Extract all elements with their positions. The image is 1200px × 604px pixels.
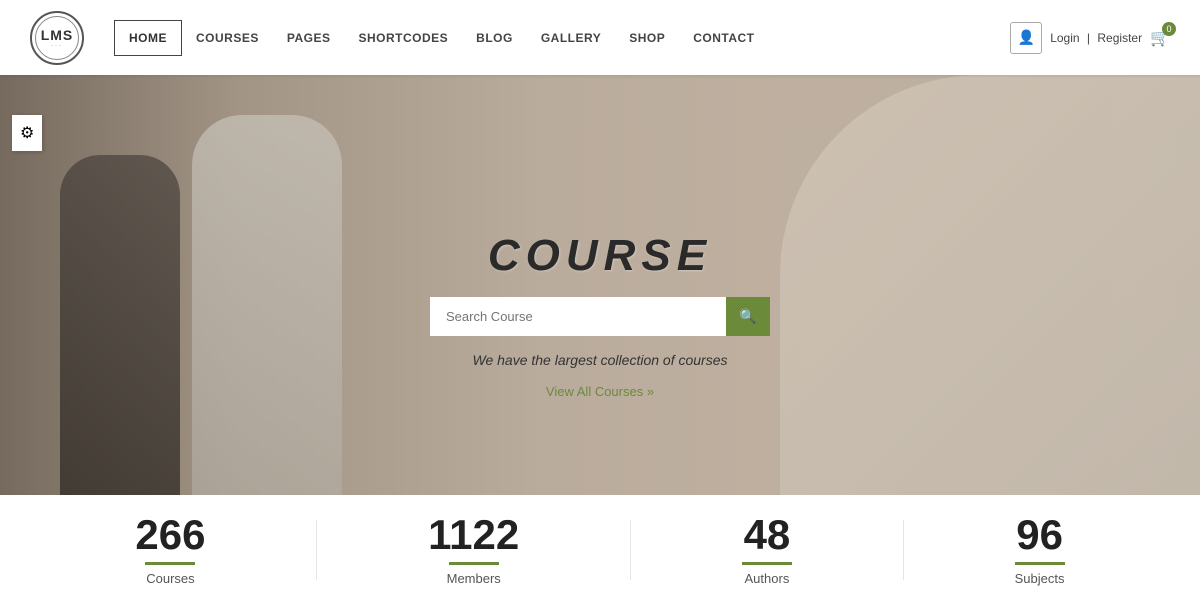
nav-link-shop[interactable]: SHOP (615, 21, 679, 55)
logo-circle: LMS ··· (30, 11, 84, 65)
register-link[interactable]: Register (1097, 31, 1142, 45)
nav-item-shop[interactable]: SHOP (615, 21, 679, 55)
stat-subjects: 96 Subjects (1015, 514, 1065, 586)
nav-item-blog[interactable]: BLOG (462, 21, 527, 55)
stat-members-number: 1122 (428, 514, 519, 556)
gear-icon: ⚙ (20, 125, 34, 142)
stat-divider-2 (630, 520, 631, 580)
hero-section: CoUrse 🔍 We have the largest collection … (0, 75, 1200, 495)
stat-authors-number: 48 (744, 514, 791, 556)
stat-authors-label: Authors (745, 571, 790, 586)
nav-item-shortcodes[interactable]: SHORTCODES (344, 21, 462, 55)
nav-link-blog[interactable]: BLOG (462, 21, 527, 55)
nav-item-pages[interactable]: PAGES (273, 21, 345, 55)
logo[interactable]: LMS ··· (30, 11, 84, 65)
nav-menu: HOME COURSES PAGES SHORTCODES BLOG GALLE… (114, 20, 1010, 56)
stat-subjects-label: Subjects (1015, 571, 1065, 586)
stats-bar: 266 Courses 1122 Members 48 Authors 96 S… (0, 495, 1200, 604)
nav-link-courses[interactable]: COURSES (182, 21, 273, 55)
nav-item-contact[interactable]: CONTACT (679, 21, 768, 55)
stat-subjects-underline (1015, 562, 1065, 565)
search-input[interactable] (430, 297, 726, 336)
logo-subtitle: ··· (51, 43, 63, 49)
nav-item-home[interactable]: HOME (114, 20, 182, 56)
search-icon: 🔍 (739, 308, 756, 325)
search-button[interactable]: 🔍 (726, 297, 770, 336)
hero-content: CoUrse 🔍 We have the largest collection … (430, 231, 770, 399)
nav-link-contact[interactable]: CONTACT (679, 21, 768, 55)
nav-item-gallery[interactable]: GALLERY (527, 21, 615, 55)
stat-members-label: Members (447, 571, 501, 586)
logo-text: LMS (41, 27, 74, 43)
nav-item-courses[interactable]: COURSES (182, 21, 273, 55)
stat-authors: 48 Authors (742, 514, 792, 586)
nav-right: 👤 Login | Register 🛒 0 (1010, 22, 1170, 54)
cart-badge: 0 (1162, 22, 1176, 36)
nav-link-home[interactable]: HOME (114, 20, 182, 56)
bg-figure-left (60, 155, 180, 495)
stat-members-underline (449, 562, 499, 565)
bg-figure-center (192, 115, 342, 495)
settings-icon[interactable]: ⚙ (12, 115, 42, 151)
search-bar: 🔍 (430, 297, 770, 336)
hero-tagline: We have the largest collection of course… (473, 352, 728, 368)
stat-courses-underline (145, 562, 195, 565)
stat-members: 1122 Members (428, 514, 519, 586)
view-courses-link[interactable]: View All Courses » (546, 384, 654, 399)
bg-figure-right (780, 75, 1200, 495)
hero-title: CoUrse (488, 231, 712, 281)
user-icon: 👤 (1017, 29, 1034, 46)
stat-subjects-number: 96 (1016, 514, 1063, 556)
stat-courses-number: 266 (135, 514, 205, 556)
stat-divider-3 (903, 520, 904, 580)
nav-link-gallery[interactable]: GALLERY (527, 21, 615, 55)
login-link[interactable]: Login (1050, 31, 1079, 45)
stat-authors-underline (742, 562, 792, 565)
nav-link-pages[interactable]: PAGES (273, 21, 345, 55)
stat-courses-label: Courses (146, 571, 194, 586)
stat-courses: 266 Courses (135, 514, 205, 586)
auth-separator: | (1087, 31, 1090, 45)
navbar: LMS ··· HOME COURSES PAGES SHORTCODES BL… (0, 0, 1200, 75)
cart-button[interactable]: 🛒 0 (1150, 28, 1170, 48)
stat-divider-1 (316, 520, 317, 580)
auth-links: Login | Register (1050, 31, 1142, 45)
user-icon-button[interactable]: 👤 (1010, 22, 1042, 54)
nav-link-shortcodes[interactable]: SHORTCODES (344, 21, 462, 55)
